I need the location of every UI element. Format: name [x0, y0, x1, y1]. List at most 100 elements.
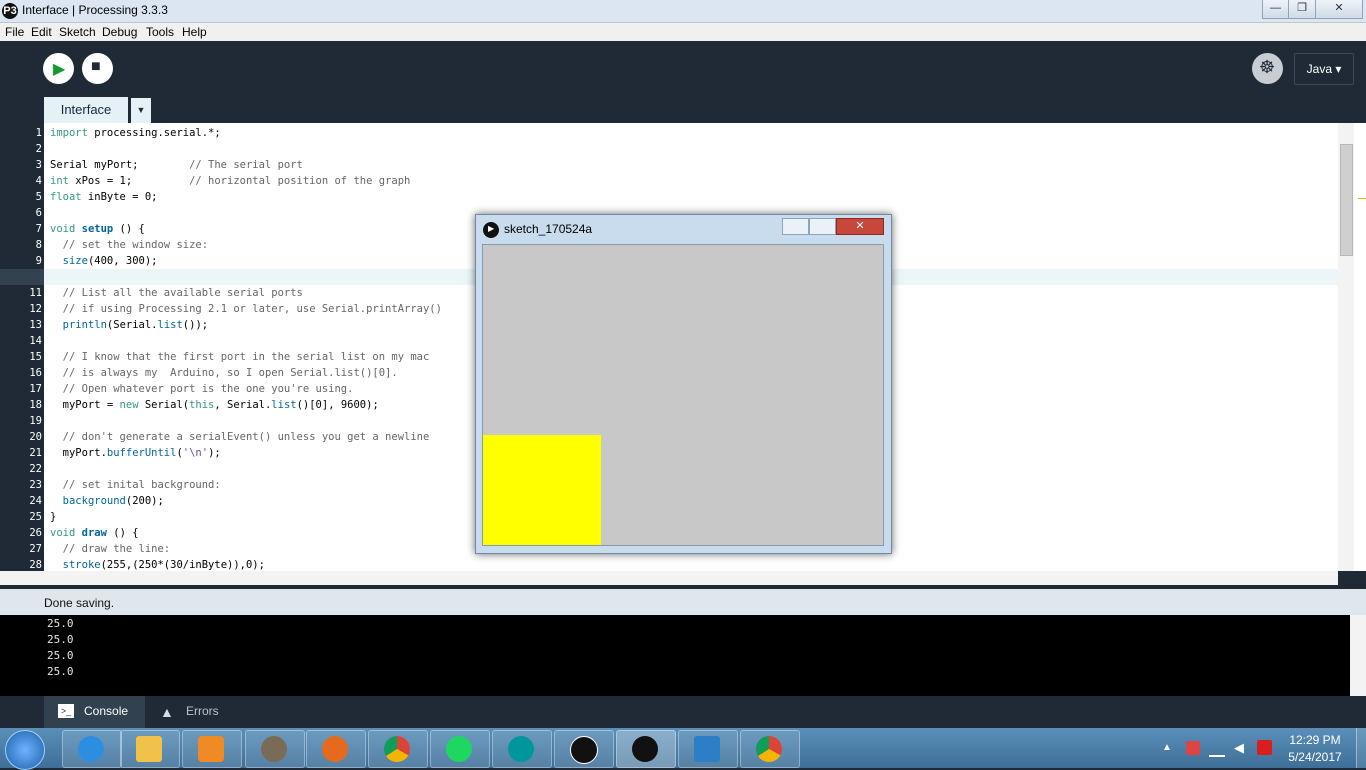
close-window-button[interactable]: ✕: [1315, 0, 1363, 19]
run-button[interactable]: ▶: [43, 53, 74, 84]
tray-security-icon[interactable]: [1186, 741, 1200, 755]
taskbar-internet-explorer[interactable]: [62, 730, 122, 768]
code-line[interactable]: import processing.serial.*;: [50, 125, 221, 141]
editor-horizontal-scrollbar[interactable]: [0, 571, 1338, 585]
folder-icon: [136, 736, 162, 762]
code-line[interactable]: // I know that the first port in the ser…: [50, 349, 430, 365]
taskbar-processing[interactable]: [554, 730, 614, 768]
line-number: 7: [35, 223, 42, 235]
line-number: 8: [35, 239, 42, 251]
chrome-icon: [384, 736, 410, 762]
code-line[interactable]: // Open whatever port is the one you're …: [50, 381, 354, 397]
minimize-icon: —: [1270, 2, 1281, 14]
status-message: Done saving.: [44, 596, 115, 610]
show-hidden-icons-button[interactable]: ▲: [1162, 742, 1172, 753]
code-line[interactable]: // set the window size:: [50, 237, 208, 253]
line-number: 23: [29, 479, 42, 491]
current-line-gutter-highlight: [0, 269, 44, 285]
maximize-button[interactable]: ❐: [1288, 0, 1316, 19]
line-number: 13: [29, 319, 42, 331]
volume-icon[interactable]: ◀: [1234, 740, 1244, 756]
line-number: 4: [35, 175, 42, 187]
sketch-window-title: sketch_170524a: [504, 222, 593, 236]
code-line[interactable]: myPort.bufferUntil('\n');: [50, 445, 221, 461]
taskbar-file-explorer[interactable]: [120, 730, 180, 768]
start-orb[interactable]: [5, 730, 45, 770]
menu-help[interactable]: Help: [182, 25, 207, 39]
taskbar-gimp[interactable]: [245, 730, 305, 768]
line-number: 19: [29, 415, 42, 427]
menu-sketch[interactable]: Sketch: [59, 25, 96, 39]
tab-interface[interactable]: Interface: [44, 97, 128, 123]
code-line[interactable]: // if using Processing 2.1 or later, use…: [50, 301, 442, 317]
sketch-minimize-button[interactable]: [782, 218, 809, 235]
line-number: 14: [29, 335, 42, 347]
firefox-icon: [322, 736, 348, 762]
teamviewer-icon: [694, 736, 720, 762]
menu-file[interactable]: File: [5, 25, 24, 39]
menu-debug[interactable]: Debug: [102, 25, 137, 39]
clock-date[interactable]: 5/24/2017: [1280, 750, 1350, 764]
clock-time[interactable]: 12:29 PM: [1280, 733, 1350, 747]
taskbar-chrome-2[interactable]: [740, 730, 800, 768]
debugger-button[interactable]: ☸: [1252, 53, 1283, 84]
taskbar-spotify[interactable]: [430, 730, 490, 768]
error-marker-column: [1354, 123, 1366, 571]
code-line[interactable]: myPort = new Serial(this, Serial.list()[…: [50, 397, 379, 413]
sketch-app-icon: ▶: [483, 222, 499, 238]
console-line: 25.0: [47, 665, 74, 678]
console-line: 25.0: [47, 649, 74, 662]
taskbar-media-player[interactable]: [182, 730, 242, 768]
console-output[interactable]: 25.0 25.0 25.0 25.0: [0, 615, 1350, 696]
console-scrollbar[interactable]: [1350, 615, 1366, 696]
code-line[interactable]: // don't generate a serialEvent() unless…: [50, 429, 430, 445]
taskbar-firefox[interactable]: [306, 730, 366, 768]
adobe-tray-icon[interactable]: [1257, 740, 1272, 755]
taskbar-chrome[interactable]: [368, 730, 428, 768]
status-bar: [0, 589, 1366, 615]
marker-tick: [1358, 198, 1366, 199]
stop-button[interactable]: ■: [82, 53, 113, 84]
stop-icon: ■: [91, 58, 101, 75]
editor-scroll-thumb[interactable]: [1340, 144, 1353, 256]
code-line[interactable]: // draw the line:: [50, 541, 170, 557]
code-line[interactable]: // set inital background:: [50, 477, 221, 493]
line-number: 26: [29, 527, 42, 539]
code-line[interactable]: int xPos = 1; // horizontal position of …: [50, 173, 410, 189]
window-title: Interface | Processing 3.3.3: [22, 3, 168, 17]
code-line[interactable]: float inByte = 0;: [50, 189, 157, 205]
code-line[interactable]: void setup () {: [50, 221, 145, 237]
line-number: 2: [35, 143, 42, 155]
show-desktop-button[interactable]: [1356, 728, 1366, 768]
sketch-maximize-button[interactable]: [809, 218, 836, 235]
code-line[interactable]: size(400, 300);: [50, 253, 158, 269]
sketch-close-button[interactable]: ✕: [836, 218, 884, 235]
tab-console[interactable]: >_ Console: [44, 696, 145, 728]
maximize-icon: ❐: [1297, 2, 1307, 14]
tab-menu-button[interactable]: ▼: [131, 98, 151, 123]
line-number: 20: [29, 431, 42, 443]
mode-selector[interactable]: Java ▾: [1294, 53, 1354, 85]
taskbar-arduino[interactable]: [492, 730, 552, 768]
taskbar-teamviewer[interactable]: [678, 730, 738, 768]
code-line[interactable]: }: [50, 509, 56, 525]
close-icon: ✕: [855, 220, 865, 232]
menu-tools[interactable]: Tools: [146, 25, 174, 39]
play-icon: ▶: [53, 61, 66, 78]
code-line[interactable]: background(200);: [50, 493, 164, 509]
code-line[interactable]: // is always my Arduino, so I open Seria…: [50, 365, 398, 381]
line-number: 1: [35, 127, 42, 139]
code-line[interactable]: println(Serial.list());: [50, 317, 208, 333]
code-line[interactable]: // List all the available serial ports: [50, 285, 303, 301]
code-line[interactable]: stroke(255,(250*(30/inByte)),0);: [50, 557, 265, 571]
code-line[interactable]: Serial myPort; // The serial port: [50, 157, 303, 173]
network-signal-icon[interactable]: [1209, 741, 1225, 757]
console-icon: >_: [58, 704, 74, 718]
sketch-tab-bar: Interface ▼: [0, 97, 1366, 123]
toolbar: ▶ ■ ☸ Java ▾: [0, 41, 1366, 97]
minimize-button[interactable]: —: [1262, 0, 1289, 19]
tab-console-label: Console: [84, 704, 129, 718]
code-line[interactable]: void draw () {: [50, 525, 139, 541]
taskbar-sketch-runner[interactable]: [616, 730, 676, 768]
menu-edit[interactable]: Edit: [31, 25, 52, 39]
